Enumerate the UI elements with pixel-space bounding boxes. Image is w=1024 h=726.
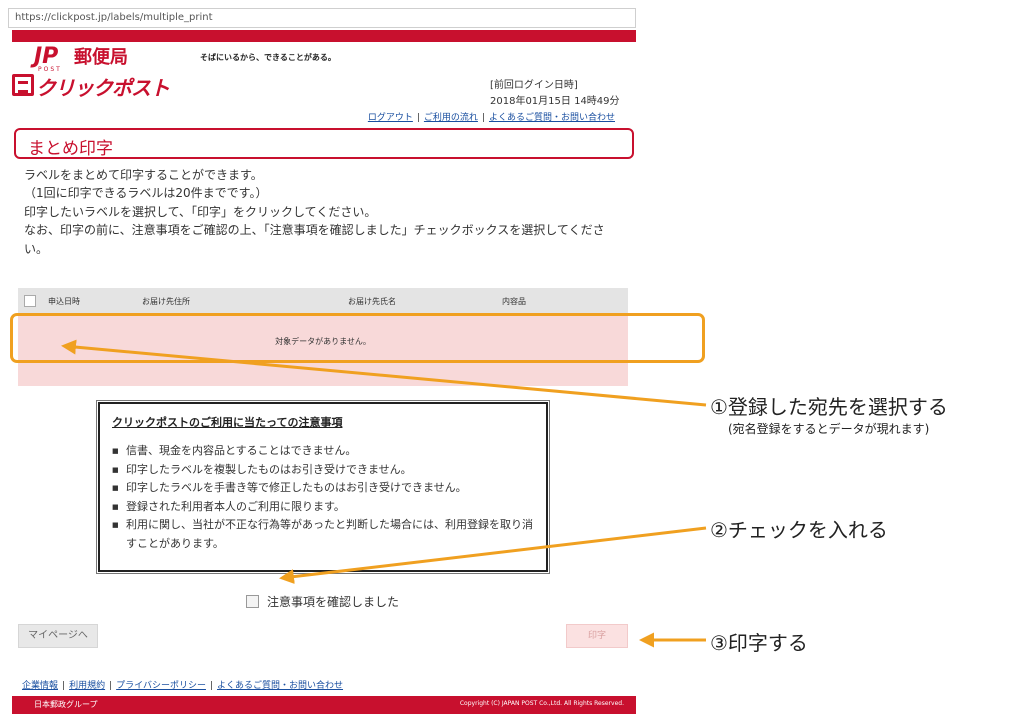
print-button[interactable]: 印字	[566, 624, 628, 648]
annotation-step2: ②チェックを入れる	[710, 518, 888, 542]
notice-list: 信書、現金を内容品とすることはできません。 印字したラベルを複製したものはお引き…	[112, 442, 534, 553]
clickpost-logo-text: クリックポスト	[36, 76, 170, 100]
copyright-text: Copyright (C) JAPAN POST Co.,Ltd. All Ri…	[459, 700, 624, 707]
faq-link[interactable]: よくあるご質問・お問い合わせ	[489, 113, 615, 123]
header-top-bar	[12, 30, 636, 42]
last-login-label: [前回ログイン日時]	[490, 80, 578, 91]
notice-title: クリックポストのご利用に当たっての注意事項	[112, 416, 343, 429]
url-text: https://clickpost.jp/labels/multiple_pri…	[15, 12, 213, 23]
terms-link[interactable]: 利用規約	[69, 681, 105, 691]
notice-item: 利用に関し、当社が不正な行為等があったと判断した場合には、利用登録を取り消すこと…	[112, 516, 534, 553]
mypage-button[interactable]: マイページへ	[18, 624, 98, 648]
notice-item: 登録された利用者本人のご利用に限ります。	[112, 498, 534, 517]
tagline: そばにいるから、できることがある。	[200, 53, 336, 62]
select-all-checkbox[interactable]	[24, 295, 36, 307]
confirm-label: 注意事項を確認しました	[267, 595, 400, 609]
logout-link[interactable]: ログアウト	[368, 113, 413, 123]
confirm-checkbox-row[interactable]: 注意事項を確認しました	[246, 593, 399, 610]
column-header-contents: 内容品	[502, 297, 526, 306]
description-line: ラベルをまとめて印字することができます。	[24, 168, 263, 182]
browser-url-bar[interactable]: https://clickpost.jp/labels/multiple_pri…	[8, 8, 636, 28]
notice-item: 印字したラベルを複製したものはお引き受けできません。	[112, 461, 534, 480]
clickpost-logo: クリックポスト	[12, 74, 178, 100]
confirm-checkbox[interactable]	[246, 595, 259, 608]
last-login-value: 2018年01月15日 14時49分	[490, 96, 620, 107]
footer-bar: 日本郵政グループ Copyright (C) JAPAN POST Co.,Lt…	[12, 696, 636, 714]
column-header-date: 申込日時	[48, 297, 80, 306]
usage-flow-link[interactable]: ご利用の流れ	[424, 113, 478, 123]
annotation-step3: ③印字する	[710, 631, 808, 655]
column-header-address: お届け先住所	[142, 297, 190, 306]
description-line: なお、印字の前に、注意事項をご確認の上、「注意事項を確認しました」チェックボック…	[24, 223, 605, 256]
column-header-name: お届け先氏名	[348, 297, 396, 306]
page-description: ラベルをまとめて印字することができます。 （1回に印字できるラベルは20件までで…	[24, 166, 624, 258]
notice-item: 印字したラベルを手書き等で修正したものはお引き受けできません。	[112, 479, 534, 498]
notice-box: クリックポストのご利用に当たっての注意事項 信書、現金を内容品とすることはできま…	[96, 400, 550, 574]
header-links: ログアウト | ご利用の流れ | よくあるご質問・お問い合わせ	[367, 113, 615, 123]
page-title-text: まとめ印字	[28, 139, 113, 159]
notice-item: 信書、現金を内容品とすることはできません。	[112, 442, 534, 461]
privacy-link[interactable]: プライバシーポリシー	[116, 681, 206, 691]
description-line: 印字したいラベルを選択して、「印字」をクリックしてください。	[24, 204, 377, 219]
annotation-step1-note: (宛名登録をするとデータが現れます)	[728, 422, 930, 436]
company-info-link[interactable]: 企業情報	[22, 681, 58, 691]
footer-faq-link[interactable]: よくあるご質問・お問い合わせ	[217, 681, 343, 691]
select-row-highlight	[10, 313, 705, 363]
clickpost-mark-icon	[12, 74, 34, 96]
label-table-header: 申込日時 お届け先住所 お届け先氏名 内容品	[18, 288, 628, 314]
footer-links: 企業情報 | 利用規約 | プライバシーポリシー | よくあるご質問・お問い合わせ	[22, 681, 344, 691]
clickpost-page: JP POST 郵便局 そばにいるから、できることがある。 クリックポスト [前…	[12, 30, 636, 714]
yubinkyoku-logo: 郵便局	[74, 47, 128, 68]
annotation-step1: ①登録した宛先を選択する	[710, 395, 948, 419]
japan-post-group-text: 日本郵政グループ	[34, 700, 98, 709]
description-line: （1回に印字できるラベルは20件までです。）	[24, 186, 268, 201]
page-title: まとめ印字	[14, 128, 634, 159]
